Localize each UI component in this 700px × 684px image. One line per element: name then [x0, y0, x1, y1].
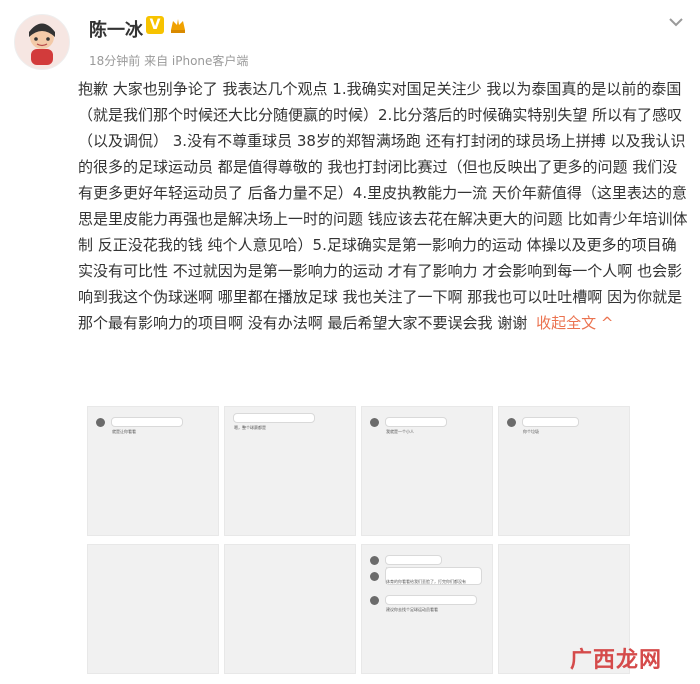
chevron-up-icon: ^	[600, 314, 614, 332]
image-thumb-7[interactable]: 好好的做事 体育的你看看给我们丢脸了，打完你们都没有 建议你去找个足球运动员看看	[361, 544, 493, 674]
post-content: 抱歉 大家也别争论了 我表达几个观点 1.我确实对国足关注少 我以为泰国真的是以…	[78, 76, 688, 336]
chat-bubble: 建议你去找个足球运动员看看	[385, 595, 477, 612]
more-options-button[interactable]	[664, 12, 688, 30]
image-thumb-1[interactable]: 就是让你看看	[87, 406, 219, 536]
chat-avatar-icon	[370, 595, 379, 605]
chat-bubble: 你个垃圾	[522, 417, 579, 434]
chat-avatar-icon	[96, 417, 105, 427]
chat-avatar-icon	[370, 417, 379, 427]
chat-bubble: 就是让你看看	[111, 417, 183, 434]
image-thumb-3[interactable]: 我就是一个小人	[361, 406, 493, 536]
chat-avatar-icon	[370, 555, 379, 565]
post-header: 陈一冰 V 18分钟前 来自 iPhone客户端	[0, 0, 700, 80]
chat-bubble: 好好的做事	[385, 555, 442, 572]
image-thumb-6[interactable]	[224, 544, 356, 674]
verified-badge: V	[146, 16, 164, 34]
chat-avatar-icon	[507, 417, 516, 427]
avatar[interactable]	[14, 14, 70, 70]
post-meta: 18分钟前 来自 iPhone客户端	[89, 54, 249, 68]
chat-bubble: 体育的你看看给我们丢脸了，打完你们都没有	[385, 567, 482, 585]
watermark-logo: 广西龙网	[569, 648, 662, 673]
author-name[interactable]: 陈一冰	[89, 16, 143, 42]
collapse-label: 收起全文	[536, 314, 597, 332]
collapse-fulltext-link[interactable]: 收起全文 ^	[536, 314, 613, 332]
chat-bubble: 嗯，整个球赛都是	[233, 413, 315, 430]
image-thumb-4[interactable]: 你个垃圾	[498, 406, 630, 536]
image-grid: 就是让你看看 嗯，整个球赛都是 我就是一个小人 你个垃圾 体育的你看看给我们丢脸…	[87, 406, 633, 676]
chat-avatar-icon	[370, 571, 379, 581]
crown-icon	[168, 15, 188, 35]
chevron-down-icon	[669, 12, 683, 31]
post-text: 抱歉 大家也别争论了 我表达几个观点 1.我确实对国足关注少 我以为泰国真的是以…	[78, 80, 688, 332]
image-thumb-5[interactable]	[87, 544, 219, 674]
chat-bubble: 我就是一个小人	[385, 417, 447, 434]
image-thumb-2[interactable]: 嗯，整个球赛都是	[224, 406, 356, 536]
